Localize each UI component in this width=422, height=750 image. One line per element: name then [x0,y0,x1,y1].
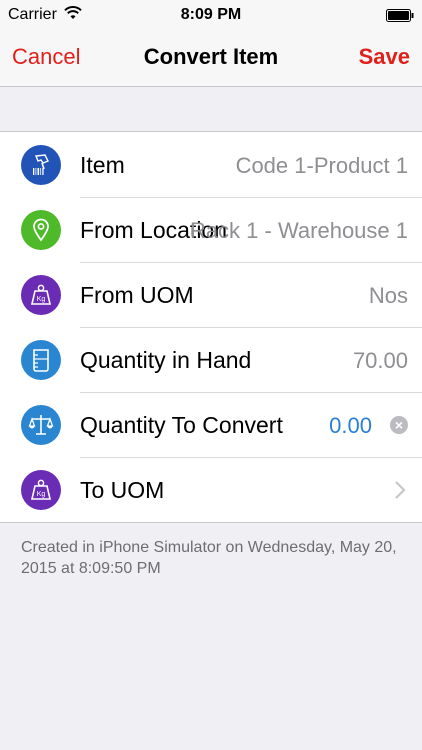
save-button[interactable]: Save [359,44,410,70]
to-uom-row[interactable]: Kg To UOM [0,457,422,522]
quantity-in-hand-row: Quantity in Hand 70.00 [0,327,422,392]
battery-icon [386,9,414,22]
svg-text:Kg: Kg [37,296,46,303]
from-location-row[interactable]: From Location Rack 1 - Warehouse 1 [0,197,422,262]
chevron-right-icon [395,481,406,499]
weight-kg-icon: Kg [21,470,61,510]
status-bar: Carrier 8:09 PM [0,0,422,30]
location-pin-icon [21,210,61,250]
barcode-scanner-icon [21,145,61,185]
measuring-beaker-icon [21,340,61,380]
navigation-bar: Cancel Convert Item Save [0,30,422,87]
to-uom-label: To UOM [80,477,165,503]
quantity-to-convert-label: Quantity To Convert [80,412,283,438]
from-uom-label: From UOM [80,282,194,308]
from-location-value: Rack 1 - Warehouse 1 [189,218,408,243]
quantity-in-hand-value: 70.00 [352,348,408,373]
clear-icon[interactable]: × [390,416,408,434]
from-uom-value: Nos [368,283,408,308]
footer-note: Created in iPhone Simulator on Wednesday… [21,539,397,577]
scale-balance-icon [21,405,61,445]
quantity-in-hand-label: Quantity in Hand [80,347,252,373]
weight-kg-icon: Kg [21,275,61,315]
quantity-to-convert-row[interactable]: Quantity To Convert 0.00 × [0,392,422,457]
item-label: Item [80,152,125,178]
form-table: Item Code 1-Product 1 From Location Rack… [0,131,422,523]
status-time: 8:09 PM [180,6,242,23]
item-row[interactable]: Item Code 1-Product 1 [0,132,422,197]
quantity-to-convert-input[interactable]: 0.00 [329,413,372,439]
svg-text:Kg: Kg [37,491,46,498]
from-uom-row[interactable]: Kg From UOM Nos [0,262,422,327]
item-value: Code 1-Product 1 [235,153,408,178]
